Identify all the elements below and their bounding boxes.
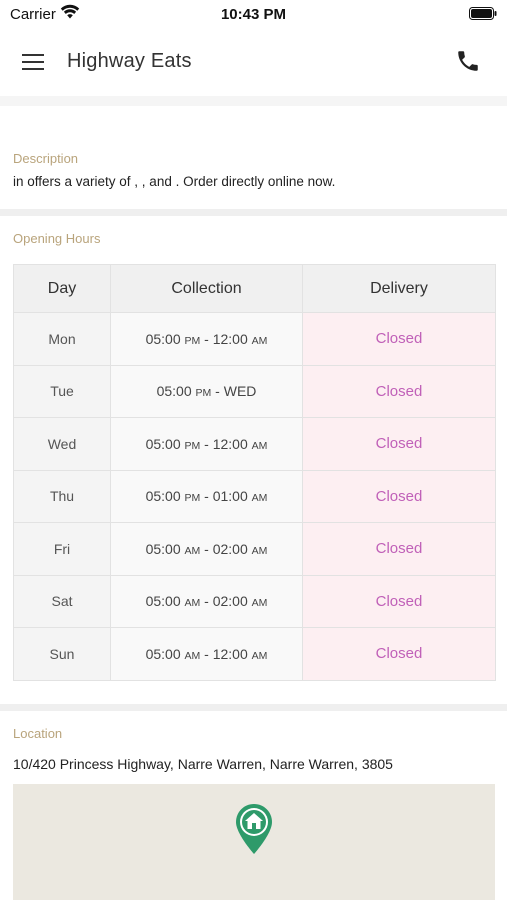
start-ampm: AM [184, 597, 201, 610]
collection-hours-cell: 05:00 PM - 12:00 AM [110, 417, 303, 471]
status-bar: Carrier 10:43 PM [0, 0, 507, 28]
day-cell: Sun [13, 627, 111, 681]
end-time: WED [223, 383, 257, 400]
delivery-status-cell: Closed [302, 417, 496, 471]
table-header-row: Day Collection Delivery [13, 264, 496, 313]
end-ampm: AM [251, 544, 268, 557]
start-ampm: PM [184, 439, 201, 452]
end-ampm: AM [251, 439, 268, 452]
end-ampm: AM [251, 649, 268, 662]
opening-hours-label: Opening Hours [13, 231, 101, 246]
section-divider [0, 209, 507, 216]
menu-icon[interactable] [22, 52, 46, 72]
page-title: Highway Eats [67, 50, 192, 72]
column-header-collection: Collection [110, 264, 303, 313]
table-row: Thu 05:00 PM - 01:00 AM Closed [13, 469, 496, 523]
column-header-delivery: Delivery [302, 264, 496, 313]
start-time: 05:00 [145, 593, 181, 610]
start-time: 05:00 [156, 383, 192, 400]
delivery-status-cell: Closed [302, 469, 496, 523]
end-time: 12:00 [212, 645, 248, 662]
delivery-status-cell: Closed [302, 574, 496, 628]
table-row: Mon 05:00 PM - 12:00 AM Closed [13, 312, 496, 366]
battery-icon [469, 7, 497, 20]
start-time: 05:00 [145, 330, 181, 347]
start-ampm: PM [184, 492, 201, 505]
collection-hours-cell: 05:00 PM - 01:00 AM [110, 469, 303, 523]
collection-hours-cell: 05:00 PM - WED [110, 364, 303, 418]
table-row: Wed 05:00 PM - 12:00 AM Closed [13, 417, 496, 471]
status-time: 10:43 PM [220, 6, 287, 23]
end-time: 02:00 [212, 593, 248, 610]
description-label: Description [13, 151, 79, 166]
end-ampm: AM [251, 334, 268, 347]
start-time: 05:00 [145, 540, 181, 557]
table-row: Sun 05:00 AM - 12:00 AM Closed [13, 627, 496, 681]
start-time: 05:00 [145, 488, 181, 505]
end-time: 12:00 [212, 435, 248, 452]
section-divider [0, 704, 507, 711]
collection-hours-cell: 05:00 PM - 12:00 AM [110, 312, 303, 366]
delivery-status-cell: Closed [302, 312, 496, 366]
day-cell: Fri [13, 522, 111, 576]
location-label: Location [13, 726, 63, 741]
day-cell: Tue [13, 364, 111, 418]
location-address: 10/420 Princess Highway, Narre Warren, N… [13, 756, 393, 772]
day-cell: Thu [13, 469, 111, 523]
end-time: 12:00 [212, 330, 248, 347]
end-ampm: AM [251, 597, 268, 610]
start-time: 05:00 [145, 645, 181, 662]
end-time: 02:00 [212, 540, 248, 557]
table-row: Fri 05:00 AM - 02:00 AM Closed [13, 522, 496, 576]
end-time: 01:00 [212, 488, 248, 505]
phone-icon[interactable] [455, 48, 481, 74]
location-map[interactable] [13, 784, 495, 900]
start-ampm: AM [184, 544, 201, 557]
day-cell: Mon [13, 312, 111, 366]
map-pin-icon[interactable] [234, 802, 274, 856]
table-row: Tue 05:00 PM - WED Closed [13, 364, 496, 418]
collection-hours-cell: 05:00 AM - 02:00 AM [110, 574, 303, 628]
collection-hours-cell: 05:00 AM - 02:00 AM [110, 522, 303, 576]
start-time: 05:00 [145, 435, 181, 452]
start-ampm: AM [184, 649, 201, 662]
day-cell: Wed [13, 417, 111, 471]
opening-hours-table: Day Collection Delivery Mon 05:00 PM - 1… [13, 264, 496, 681]
collection-hours-cell: 05:00 AM - 12:00 AM [110, 627, 303, 681]
header-divider [0, 96, 507, 106]
day-cell: Sat [13, 574, 111, 628]
delivery-status-cell: Closed [302, 627, 496, 681]
end-ampm: AM [251, 492, 268, 505]
delivery-status-cell: Closed [302, 364, 496, 418]
column-header-day: Day [13, 264, 111, 313]
start-ampm: PM [195, 387, 212, 400]
app-header: Highway Eats [0, 28, 507, 96]
delivery-status-cell: Closed [302, 522, 496, 576]
description-text: in offers a variety of , , and . Order d… [13, 174, 336, 189]
table-row: Sat 05:00 AM - 02:00 AM Closed [13, 574, 496, 628]
start-ampm: PM [184, 334, 201, 347]
